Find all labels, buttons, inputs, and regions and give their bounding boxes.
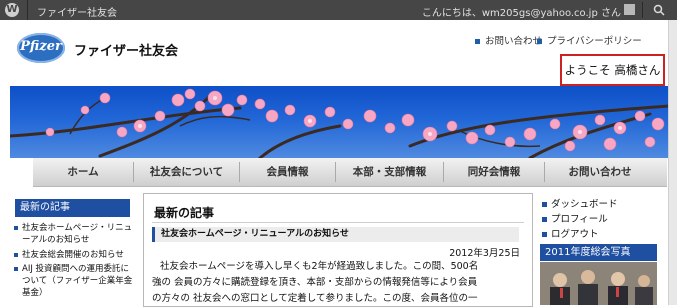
admin-bar-divider [27, 0, 28, 20]
top-link-privacy[interactable]: プライバシーポリシー [537, 33, 642, 47]
left-sidebar-item[interactable]: AIJ 投資顧問への運用委託について（ファイザー企業年金基金） [14, 263, 136, 299]
nav-item-home[interactable]: ホーム [33, 158, 133, 186]
left-sidebar-item[interactable]: 社友会総会開催のお知らせ [14, 249, 136, 261]
post-date: 2012年3月25日 [449, 248, 520, 259]
wordpress-icon[interactable]: W [5, 3, 19, 17]
bullet-icon [14, 253, 18, 257]
right-link-profile[interactable]: プロフィール [542, 211, 608, 225]
admin-bar: W ファイザー社友会 こんにちは、wm205gs@yahoo.co.jp さん [0, 0, 677, 20]
nav-item-branch-info[interactable]: 本部・支部情報 [336, 158, 443, 186]
top-link-contact[interactable]: お問い合わせ [475, 33, 542, 47]
main-content: 最新の記事 社友会ホームページ・リニューアルのお知らせ 2012年3月25日 社… [143, 193, 533, 307]
bullet-icon [14, 267, 18, 271]
main-navigation: ホーム 社友会について 会員情報 本部・支部情報 同好会情報 お問い合わせ [33, 158, 667, 187]
meeting-photo[interactable] [540, 262, 657, 305]
avatar[interactable] [624, 4, 635, 15]
bullet-icon [542, 217, 547, 222]
logo-text: Pfizer [20, 39, 62, 54]
site-title[interactable]: ファイザー社友会 [74, 40, 178, 59]
main-heading-divider [152, 222, 524, 223]
search-icon [653, 4, 665, 16]
bullet-icon [542, 202, 547, 207]
post-body-line: 強の 会員の方々に購読登録を頂き、本部・支部からの情報発信等により会員 [152, 277, 478, 288]
admin-bar-search[interactable] [642, 2, 673, 18]
bullet-icon [475, 39, 480, 44]
nav-item-club-info[interactable]: 同好会情報 [444, 158, 544, 186]
pfizer-logo[interactable]: Pfizer [17, 33, 65, 63]
nav-item-contact[interactable]: お問い合わせ [545, 158, 655, 186]
post-body-line: 社友会ホームページを導入し早くも2年が経過致しました。この間、500名 [160, 261, 479, 272]
main-heading: 最新の記事 [154, 206, 215, 220]
admin-bar-howdy[interactable]: こんにちは、wm205gs@yahoo.co.jp さん [422, 4, 621, 19]
bullet-icon [542, 232, 547, 237]
bullet-icon [537, 39, 542, 44]
left-sidebar-heading: 最新の記事 [15, 199, 130, 217]
welcome-message: ようこそ 高橋さん [560, 54, 665, 86]
left-sidebar-item[interactable]: 社友会ホームページ・リニューアルのお知らせ [14, 222, 136, 246]
right-link-dashboard[interactable]: ダッシュボード [542, 196, 618, 210]
nav-item-about[interactable]: 社友会について [134, 158, 239, 186]
scrollbar[interactable] [668, 20, 677, 305]
bullet-icon [14, 226, 18, 230]
right-link-logout[interactable]: ログアウト [542, 226, 599, 240]
nav-item-member-info[interactable]: 会員情報 [240, 158, 335, 186]
post-title[interactable]: 社友会ホームページ・リニューアルのお知らせ [152, 227, 519, 242]
admin-bar-site-name[interactable]: ファイザー社友会 [37, 4, 117, 19]
photo-section-heading: 2011年度総会写真 [540, 244, 657, 261]
post-body: 社友会ホームページを導入し早くも2年が経過致しました。この間、500名 強の 会… [152, 259, 524, 307]
header-banner-image [10, 86, 669, 158]
